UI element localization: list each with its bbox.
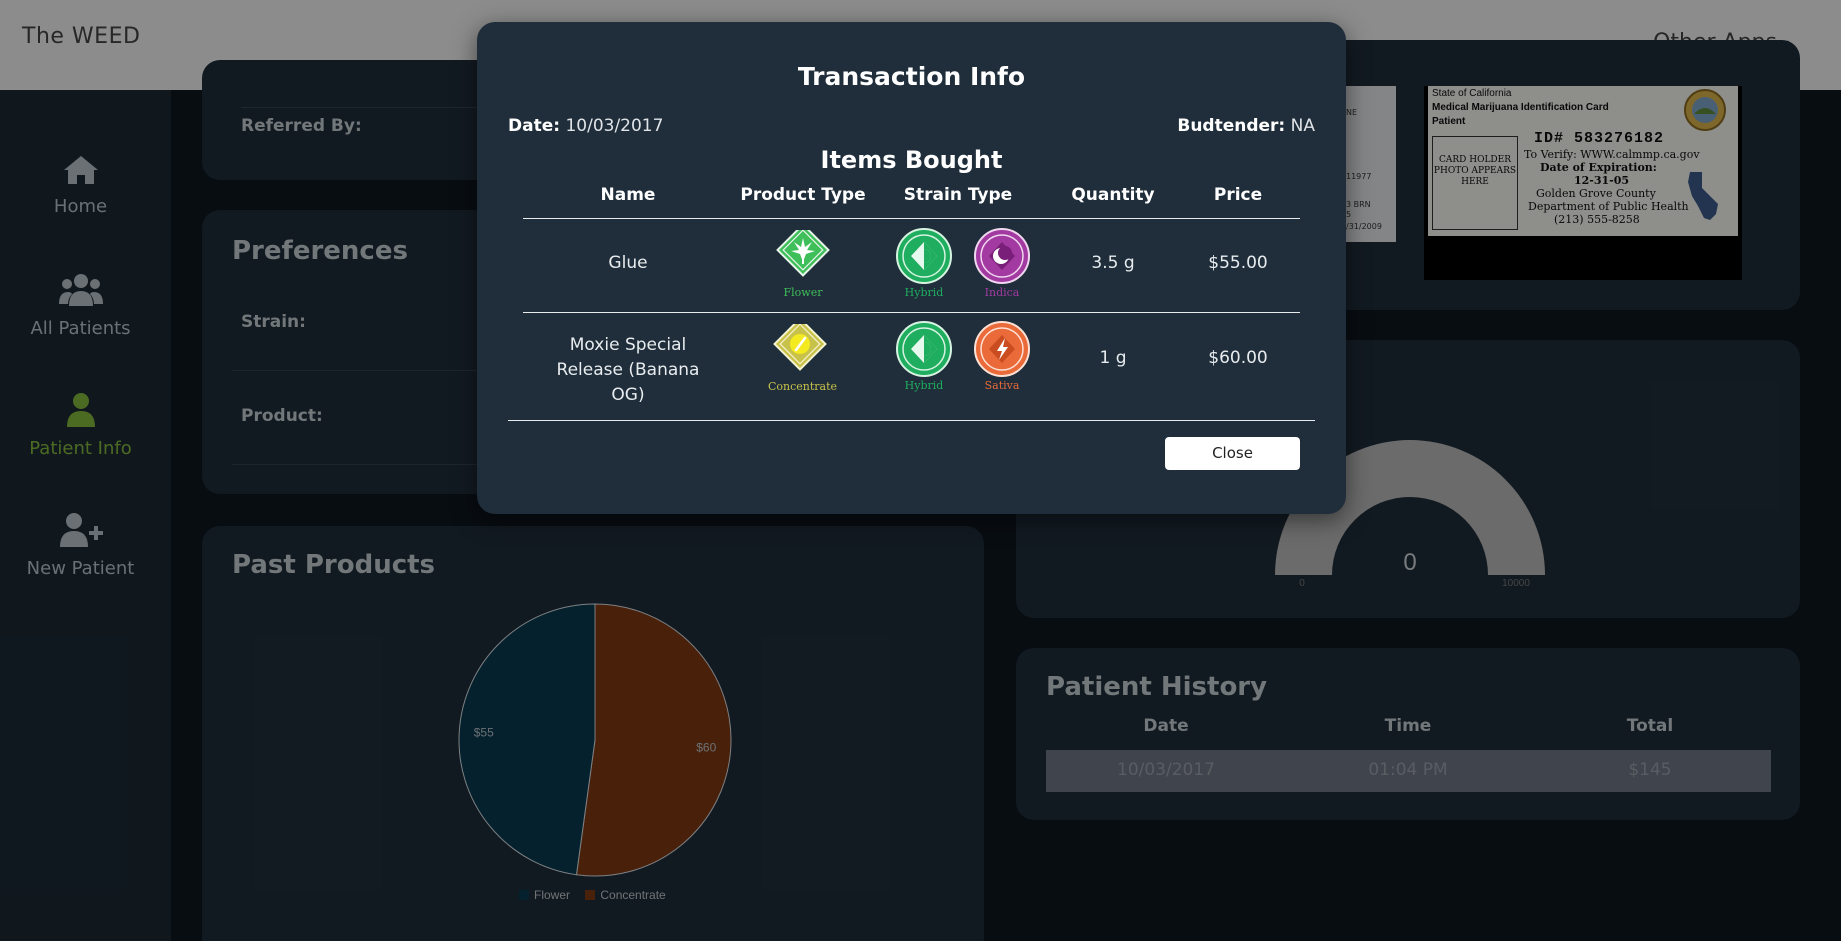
- strain-label: Indica: [984, 286, 1020, 299]
- transaction-date: Date: 10/03/2017: [508, 116, 663, 136]
- dropper-icon: [773, 317, 827, 371]
- item-name: Moxie Special Release (Banana OG): [556, 335, 700, 405]
- lightning-icon: [974, 321, 1030, 377]
- strain-label: Sativa: [984, 379, 1020, 392]
- budtender-info: Budtender: NA: [1177, 116, 1315, 136]
- item-price: $55.00: [1208, 253, 1268, 273]
- strain-badge-hybrid: Hybrid: [892, 228, 956, 299]
- table-header-divider: [523, 218, 1300, 219]
- item-price: $60.00: [1208, 348, 1268, 368]
- col-header-price: Price: [1213, 185, 1263, 205]
- strain-label: Hybrid: [904, 286, 944, 299]
- item-name: Glue: [608, 253, 648, 273]
- items-bought-title: Items Bought: [820, 146, 1003, 174]
- hybrid-icon: [896, 228, 952, 284]
- col-header-product-type: Product Type: [740, 185, 866, 205]
- item-quantity: 3.5 g: [1091, 253, 1135, 273]
- cannabis-leaf-icon: [776, 223, 830, 277]
- product-type-label: Flower: [783, 286, 823, 299]
- product-type-badge-concentrate: Concentrate: [768, 317, 838, 393]
- date-label: Date:: [508, 116, 561, 136]
- strain-badge-indica: Indica: [970, 228, 1034, 299]
- table-bottom-divider: [508, 420, 1315, 421]
- transaction-info-modal: Transaction Info Date: 10/03/2017 Budten…: [477, 22, 1346, 514]
- col-header-name: Name: [600, 185, 656, 205]
- product-type-badge-flower: Flower: [771, 223, 835, 299]
- row-divider: [523, 312, 1300, 313]
- modal-title: Transaction Info: [797, 62, 1026, 91]
- strain-badge-hybrid: Hybrid: [892, 321, 956, 392]
- strain-badge-sativa: Sativa: [970, 321, 1034, 392]
- budtender-label: Budtender:: [1177, 116, 1286, 136]
- hybrid-icon: [896, 321, 952, 377]
- close-button[interactable]: Close: [1165, 437, 1300, 470]
- col-header-quantity: Quantity: [1071, 185, 1155, 205]
- strain-label: Hybrid: [904, 379, 944, 392]
- product-type-label: Concentrate: [768, 380, 838, 393]
- date-value: 10/03/2017: [565, 116, 664, 136]
- budtender-value: NA: [1290, 116, 1315, 136]
- moon-icon: [974, 228, 1030, 284]
- col-header-strain-type: Strain Type: [903, 185, 1013, 205]
- item-quantity: 1 g: [1099, 348, 1127, 368]
